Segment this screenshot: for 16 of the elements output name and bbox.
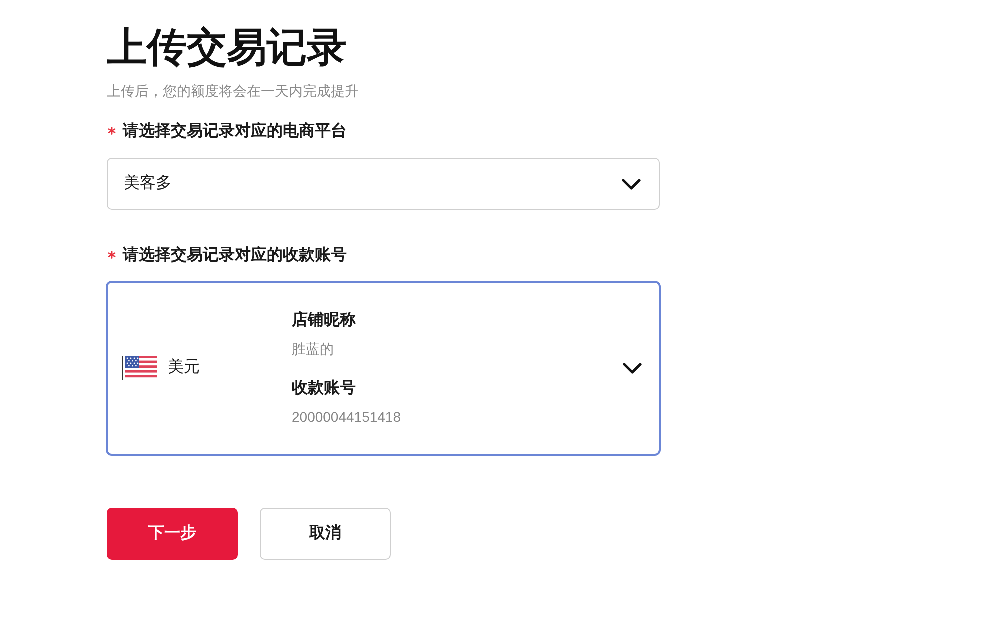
shop-name-value: 胜蓝的 xyxy=(292,340,335,359)
account-number: 20000044151418 xyxy=(292,408,402,427)
platform-select[interactable]: 美客多 xyxy=(107,158,660,210)
next-button[interactable]: 下一步 xyxy=(107,508,238,560)
chevron-down-icon xyxy=(622,178,641,190)
currency-label: 美元 xyxy=(168,358,200,378)
flag-icon xyxy=(122,356,157,380)
account-select[interactable]: 美元 店铺昵称 胜蓝的 收款账号 20000044151418 xyxy=(106,281,661,456)
page-title: 上传交易记录 xyxy=(107,25,347,72)
account-label: 收款账号 xyxy=(292,378,357,399)
chevron-down-icon xyxy=(623,362,642,374)
shop-name-label: 店铺昵称 xyxy=(292,310,357,331)
field-label: 请选择交易记录对应的收款账号 xyxy=(123,245,347,266)
field-label: 请选择交易记录对应的电商平台 xyxy=(123,121,347,142)
page-subtitle: 上传后，您的额度将会在一天内完成提升 xyxy=(107,82,359,101)
cancel-button[interactable]: 取消 xyxy=(260,508,391,560)
